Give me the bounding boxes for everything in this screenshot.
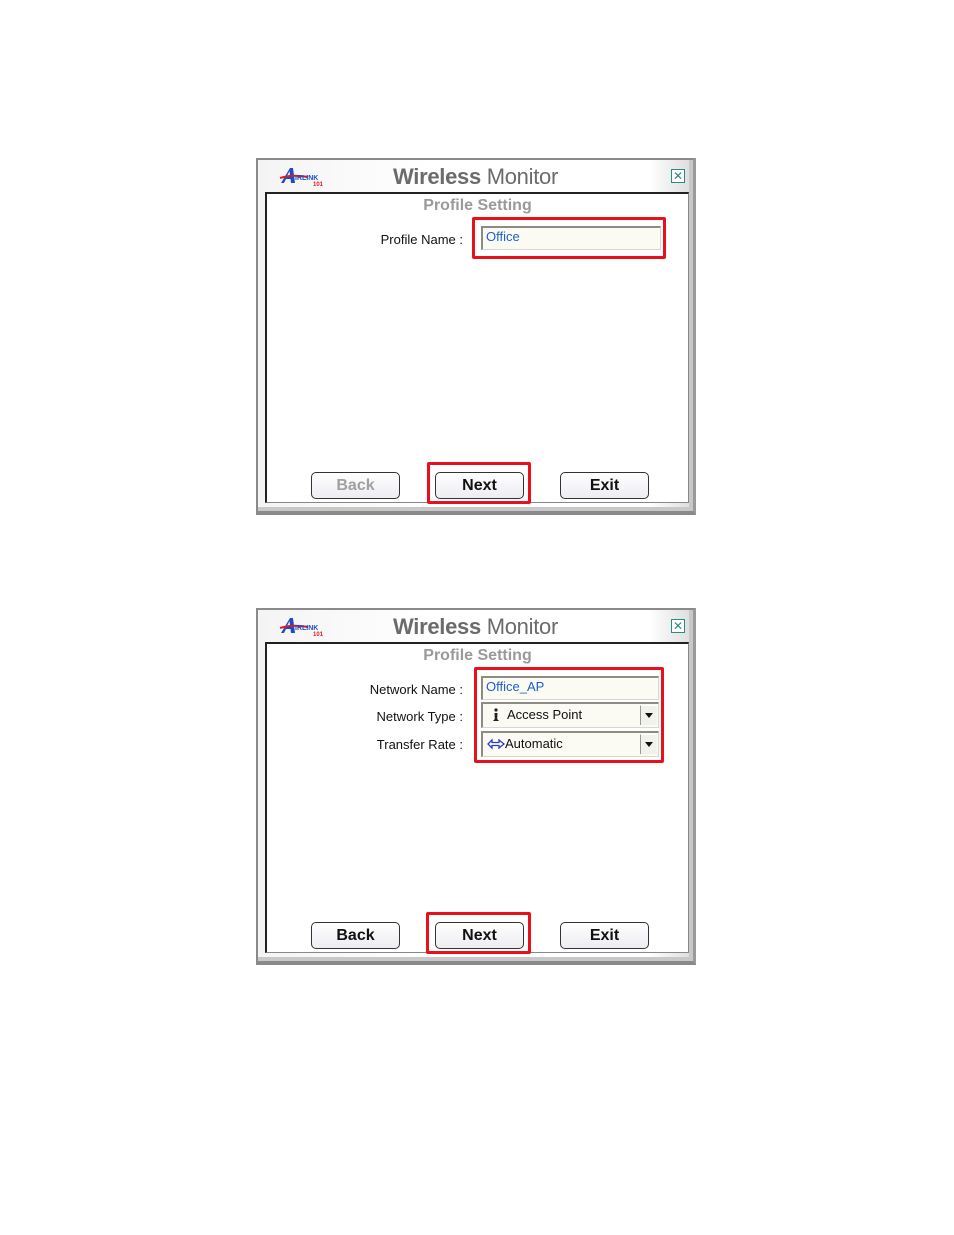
app-title-bold: Wireless bbox=[393, 614, 481, 639]
wireless-monitor-window-network-settings: IRLINK 101 Wireless Monitor ✕ Profile Se… bbox=[256, 608, 696, 965]
title-bar: IRLINK 101 Wireless Monitor ✕ bbox=[258, 160, 693, 192]
transfer-rate-select[interactable]: Automatic bbox=[481, 731, 659, 757]
network-type-value: Access Point bbox=[507, 707, 583, 722]
app-title-bold: Wireless bbox=[393, 164, 481, 189]
section-title: Profile Setting bbox=[423, 647, 532, 664]
wireless-monitor-window-profile-name: IRLINK 101 Wireless Monitor ✕ Profile Se… bbox=[256, 158, 696, 515]
close-icon: ✕ bbox=[672, 169, 684, 183]
close-button[interactable]: ✕ bbox=[671, 169, 685, 183]
title-bar: IRLINK 101 Wireless Monitor ✕ bbox=[258, 610, 693, 642]
app-title-light: Monitor bbox=[486, 164, 559, 189]
back-button[interactable]: Back bbox=[311, 472, 400, 499]
transfer-rate-value: Automatic bbox=[505, 736, 563, 751]
exit-button[interactable]: Exit bbox=[560, 922, 649, 949]
network-name-label: Network Name : bbox=[369, 682, 463, 697]
app-title: Wireless Monitor bbox=[258, 164, 693, 190]
exit-button[interactable]: Exit bbox=[560, 472, 649, 499]
access-point-icon bbox=[493, 708, 499, 721]
close-button[interactable]: ✕ bbox=[671, 619, 685, 633]
network-type-select[interactable]: Access Point bbox=[481, 702, 659, 728]
dropdown-arrow-icon[interactable] bbox=[640, 705, 657, 725]
section-title: Profile Setting bbox=[423, 197, 532, 214]
app-title: Wireless Monitor bbox=[258, 614, 693, 640]
content-panel: Profile Setting Network Name : Office_AP… bbox=[265, 642, 689, 953]
content-panel: Profile Setting Profile Name : Office Ba… bbox=[265, 192, 689, 503]
back-button[interactable]: Back bbox=[311, 922, 400, 949]
transfer-rate-label: Transfer Rate : bbox=[376, 737, 463, 752]
profile-name-label: Profile Name : bbox=[380, 232, 463, 247]
next-button[interactable]: Next bbox=[435, 922, 524, 949]
app-title-light: Monitor bbox=[486, 614, 559, 639]
profile-name-input[interactable]: Office bbox=[481, 226, 661, 250]
next-button[interactable]: Next bbox=[435, 472, 524, 499]
network-type-label: Network Type : bbox=[376, 709, 463, 724]
network-name-input[interactable]: Office_AP bbox=[481, 676, 659, 700]
double-arrow-icon bbox=[487, 738, 505, 750]
close-icon: ✕ bbox=[672, 619, 684, 633]
dropdown-arrow-icon[interactable] bbox=[640, 734, 657, 754]
back-label: Back bbox=[336, 477, 375, 494]
